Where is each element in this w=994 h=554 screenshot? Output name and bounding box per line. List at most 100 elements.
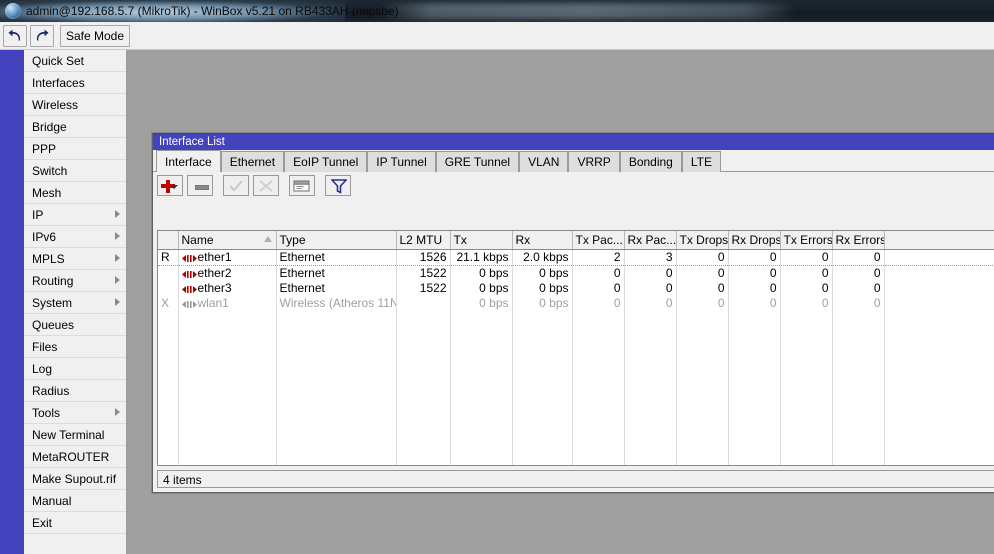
tab-lte[interactable]: LTE xyxy=(681,151,721,172)
tab-ethernet[interactable]: Ethernet xyxy=(220,151,285,172)
sidebar-item-ppp[interactable]: PPP xyxy=(24,138,126,160)
sidebar-item-interfaces[interactable]: Interfaces xyxy=(24,72,126,94)
empty-cell xyxy=(884,400,994,416)
disable-button[interactable] xyxy=(253,175,279,196)
sidebar-item-switch[interactable]: Switch xyxy=(24,160,126,182)
sidebar-item-tools[interactable]: Tools xyxy=(24,402,126,424)
empty-cell xyxy=(624,355,677,371)
empty-cell xyxy=(832,325,885,341)
row-rx-packets: 0 xyxy=(624,265,677,281)
column-header-rx[interactable]: Rx xyxy=(512,231,573,250)
sidebar-item-manual[interactable]: Manual xyxy=(24,490,126,512)
interface-list-titlebar[interactable]: Interface List xyxy=(153,133,994,150)
column-header-rx-errors[interactable]: Rx Errors xyxy=(832,231,885,250)
sidebar-item-mpls[interactable]: MPLS xyxy=(24,248,126,270)
sidebar-item-label: Log xyxy=(32,362,53,376)
sidebar-item-wireless[interactable]: Wireless xyxy=(24,94,126,116)
add-button[interactable] xyxy=(157,175,183,196)
sidebar-item-queues[interactable]: Queues xyxy=(24,314,126,336)
tab-vrrp[interactable]: VRRP xyxy=(568,151,620,172)
sidebar-item-log[interactable]: Log xyxy=(24,358,126,380)
row-rx-packets: 3 xyxy=(624,249,677,266)
undo-arrow-icon[interactable] xyxy=(3,25,27,47)
table-row[interactable]: ether3 Ethernet 1522 0 bps 0 bps 0 0 0 0 0 0 xyxy=(158,280,994,296)
interface-list-tabbar: Interface Ethernet EoIP Tunnel IP Tunnel GRE… xyxy=(153,150,994,172)
row-tx-packets: 0 xyxy=(572,280,625,296)
submenu-arrow-icon xyxy=(115,254,120,262)
remove-button[interactable] xyxy=(187,175,213,196)
column-header-blank[interactable] xyxy=(158,231,179,250)
column-header-tx[interactable]: Tx xyxy=(450,231,513,250)
row-name-label: ether2 xyxy=(197,265,232,280)
row-rx-errors: 0 xyxy=(832,295,885,311)
sidebar-item-ip[interactable]: IP xyxy=(24,204,126,226)
main-toolbar: Safe Mode xyxy=(0,22,994,50)
sidebar-item-bridge[interactable]: Bridge xyxy=(24,116,126,138)
empty-cell xyxy=(450,325,513,341)
safe-mode-button[interactable]: Safe Mode xyxy=(60,25,130,47)
empty-cell xyxy=(624,400,677,416)
empty-cell xyxy=(276,460,397,465)
column-header-tx-drops[interactable]: Tx Drops xyxy=(676,231,729,250)
table-row[interactable]: ether2 Ethernet 1522 0 bps 0 bps 0 0 0 0 0 0 xyxy=(158,265,994,281)
sidebar-item-metarouter[interactable]: MetaROUTER xyxy=(24,446,126,468)
redo-arrow-icon[interactable] xyxy=(30,25,54,47)
sidebar-item-exit[interactable]: Exit xyxy=(24,512,126,534)
empty-cell xyxy=(178,430,277,446)
header-row: Name Type L2 MTU Tx Rx Tx Pac... Rx Pac... Tx D… xyxy=(158,231,994,250)
column-header-name[interactable]: Name xyxy=(178,231,277,250)
empty-cell xyxy=(396,340,451,356)
sidebar-item-ipv6[interactable]: IPv6 xyxy=(24,226,126,248)
sidebar-item-quick-set[interactable]: Quick Set xyxy=(24,50,126,72)
empty-cell xyxy=(728,445,781,461)
sidebar-item-make-supout-rif[interactable]: Make Supout.rif xyxy=(24,468,126,490)
column-header-rx-pac[interactable]: Rx Pac... xyxy=(624,231,677,250)
sidebar-item-routing[interactable]: Routing xyxy=(24,270,126,292)
row-type: Ethernet xyxy=(276,265,397,281)
row-type: Ethernet xyxy=(276,280,397,296)
empty-cell xyxy=(450,370,513,386)
sidebar-item-system[interactable]: System xyxy=(24,292,126,314)
ethernet-arrows-icon xyxy=(181,270,197,278)
column-header-l2-mtu[interactable]: L2 MTU xyxy=(396,231,451,250)
tab-gre-tunnel[interactable]: GRE Tunnel xyxy=(435,151,520,172)
column-header-tx-errors[interactable]: Tx Errors xyxy=(780,231,833,250)
row-tx: 0 bps xyxy=(450,295,513,311)
empty-cell xyxy=(158,310,179,326)
column-header-rx-drops[interactable]: Rx Drops xyxy=(728,231,781,250)
row-tx: 0 bps xyxy=(450,280,513,296)
empty-cell xyxy=(572,385,625,401)
column-header-label: Tx xyxy=(453,232,467,247)
sidebar-item-new-terminal[interactable]: New Terminal xyxy=(24,424,126,446)
interface-table-container[interactable]: Name Type L2 MTU Tx Rx Tx Pac... Rx Pac... Tx D… xyxy=(157,230,994,466)
empty-cell xyxy=(832,310,885,326)
column-header-type[interactable]: Type xyxy=(276,231,397,250)
column-header-blank[interactable] xyxy=(884,231,994,250)
row-flag xyxy=(158,280,179,296)
tab-interface[interactable]: Interface xyxy=(156,150,221,172)
tab-bonding[interactable]: Bonding xyxy=(619,151,682,172)
sidebar-item-mesh[interactable]: Mesh xyxy=(24,182,126,204)
tab-eoip-tunnel[interactable]: EoIP Tunnel xyxy=(284,151,368,172)
empty-cell xyxy=(512,400,573,416)
table-empty-row xyxy=(158,340,994,356)
empty-cell xyxy=(624,430,677,446)
enable-button[interactable] xyxy=(223,175,249,196)
filter-button[interactable] xyxy=(325,175,351,196)
table-row[interactable]: Rether1 Ethernet 1526 21.1 kbps 2.0 kbps 2 3 0 0… xyxy=(158,249,994,266)
row-flag: X xyxy=(158,295,179,311)
tab-ip-tunnel[interactable]: IP Tunnel xyxy=(367,151,436,172)
empty-cell xyxy=(396,430,451,446)
empty-cell xyxy=(624,415,677,431)
empty-cell xyxy=(728,460,781,465)
comment-button[interactable] xyxy=(289,175,315,196)
table-empty-row xyxy=(158,400,994,416)
row-tx: 21.1 kbps xyxy=(450,249,513,266)
sidebar-item-radius[interactable]: Radius xyxy=(24,380,126,402)
empty-cell xyxy=(450,445,513,461)
column-header-tx-pac[interactable]: Tx Pac... xyxy=(572,231,625,250)
sidebar-item-files[interactable]: Files xyxy=(24,336,126,358)
empty-cell xyxy=(832,385,885,401)
tab-vlan[interactable]: VLAN xyxy=(519,151,569,172)
table-row[interactable]: Xwlan1 Wireless (Atheros 11N) 0 bps 0 bps 0 0… xyxy=(158,295,994,311)
